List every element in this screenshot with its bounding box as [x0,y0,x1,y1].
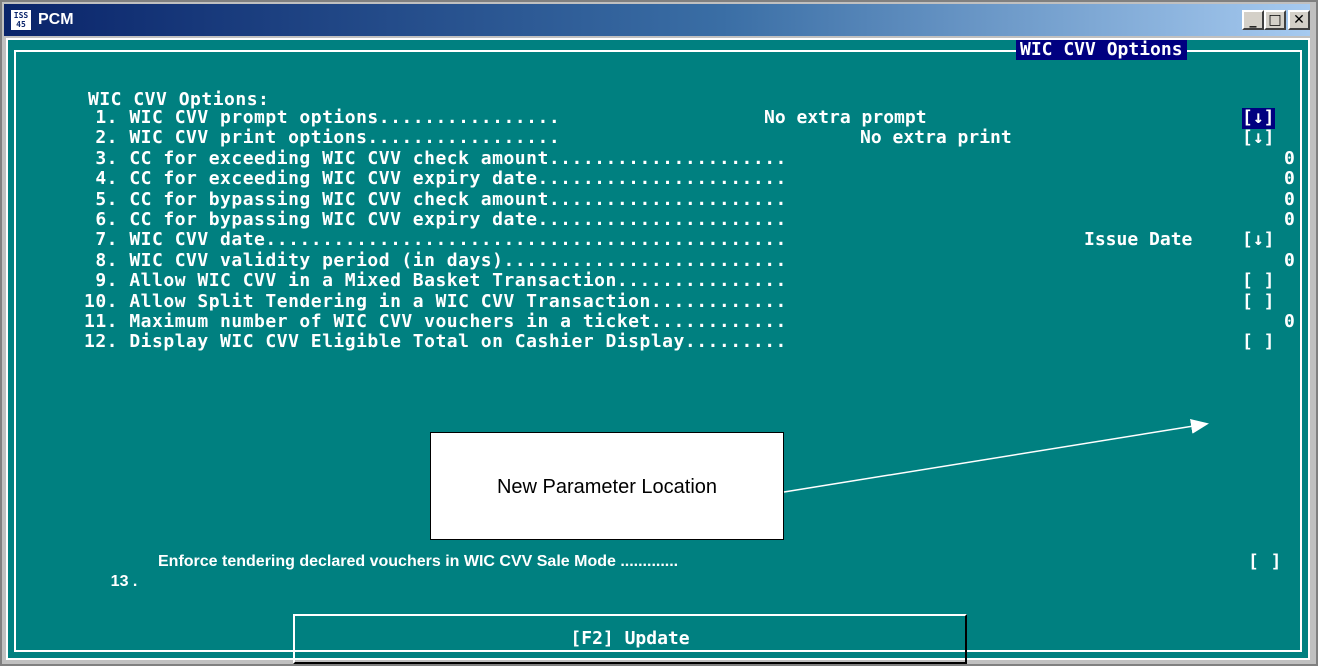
option-row-9[interactable]: 9. Allow WIC CVV in a Mixed Basket Trans… [84,271,1304,291]
option-value: No extra prompt [764,107,927,128]
option-label: 12. Display WIC CVV Eligible Total on Ca… [84,331,787,353]
maximize-button[interactable]: □ [1264,10,1286,30]
option-label: 1. WIC CVV prompt options...............… [84,107,561,128]
option-row-11[interactable]: 11. Maximum number of WIC CVV vouchers i… [84,311,1304,332]
option-label: 10. Allow Split Tendering in a WIC CVV T… [84,290,787,312]
option-value: 0 [1284,249,1295,271]
option-row-10[interactable]: 10. Allow Split Tendering in a WIC CVV T… [84,290,1304,313]
option-value: 0 [1284,168,1295,190]
iss-app-icon[interactable]: ISS 45 [10,9,32,31]
new-parameter-callout: New Parameter Location [430,432,784,540]
terminal-screen: WIC CVV Options WIC CVV Options: 1. WIC … [6,38,1310,664]
option-label: 2. WIC CVV print options................… [84,127,561,149]
option-checkbox-13[interactable]: [ ] [1248,551,1282,573]
minimize-button[interactable]: _ [1242,10,1264,30]
window-title: PCM [38,11,74,28]
option-row-1[interactable]: 1. WIC CVV prompt options...............… [84,107,1304,129]
option-value: No extra print [860,127,1012,149]
dropdown-arrow-icon[interactable]: [↓] [1242,107,1275,129]
option-value: 0 [1284,311,1295,332]
option-row-6[interactable]: 6. CC for bypassing WIC CVV expiry date.… [84,209,1304,230]
option-label: 5. CC for bypassing WIC CVV check amount… [84,188,787,210]
option-label: 6. CC for bypassing WIC CVV expiry date.… [84,209,787,230]
pcm-window: ISS 45 PCM _ □ ✕ WIC CVV Options WIC CVV … [0,0,1318,666]
option-checkbox[interactable]: [ ] [1242,271,1275,292]
option-label: 11. Maximum number of WIC CVV vouchers i… [84,311,787,332]
option-label: 8. WIC CVV validity period (in days)....… [84,249,787,271]
dropdown-arrow-icon[interactable]: [↓] [1242,128,1275,149]
option-row-8[interactable]: 8. WIC CVV validity period (in days)....… [84,249,1304,271]
f2-update-button[interactable]: [F2] Update [293,614,967,664]
frame-title: WIC CVV Options [1016,40,1187,60]
option-label: 9. Allow WIC CVV in a Mixed Basket Trans… [84,270,787,292]
option-label-13: Enforce tendering declared vouchers in W… [158,553,679,570]
option-row-2[interactable]: 2. WIC CVV print options................… [84,128,1304,148]
option-row-4[interactable]: 4. CC for exceeding WIC CVV expiry date.… [84,169,1304,189]
option-value: Issue Date [1084,229,1193,251]
option-label: 7. WIC CVV date.........................… [84,229,787,251]
option-row-7[interactable]: 7. WIC CVV date.........................… [84,230,1304,250]
option-row-12[interactable]: 12. Display WIC CVV Eligible Total on Ca… [84,332,1304,352]
option-label: 3. CC for exceeding WIC CVV check amount… [84,147,787,169]
option-label: 4. CC for exceeding WIC CVV expiry date.… [84,168,787,190]
option-row-5[interactable]: 5. CC for bypassing WIC CVV check amount… [84,188,1304,210]
option-value: 0 [1284,188,1295,210]
option-checkbox[interactable]: [ ] [1242,332,1275,353]
option-row-13[interactable]: 13 . [84,552,138,612]
option-number: 13 . [110,573,138,590]
close-button[interactable]: ✕ [1288,10,1310,30]
dropdown-arrow-icon[interactable]: [↓] [1242,230,1275,251]
option-row-3[interactable]: 3. CC for exceeding WIC CVV check amount… [84,147,1304,169]
option-checkbox[interactable]: [ ] [1242,291,1275,313]
option-value: 0 [1284,209,1295,230]
title-bar[interactable]: ISS 45 PCM _ □ ✕ [4,4,1310,36]
option-value: 0 [1284,147,1295,169]
